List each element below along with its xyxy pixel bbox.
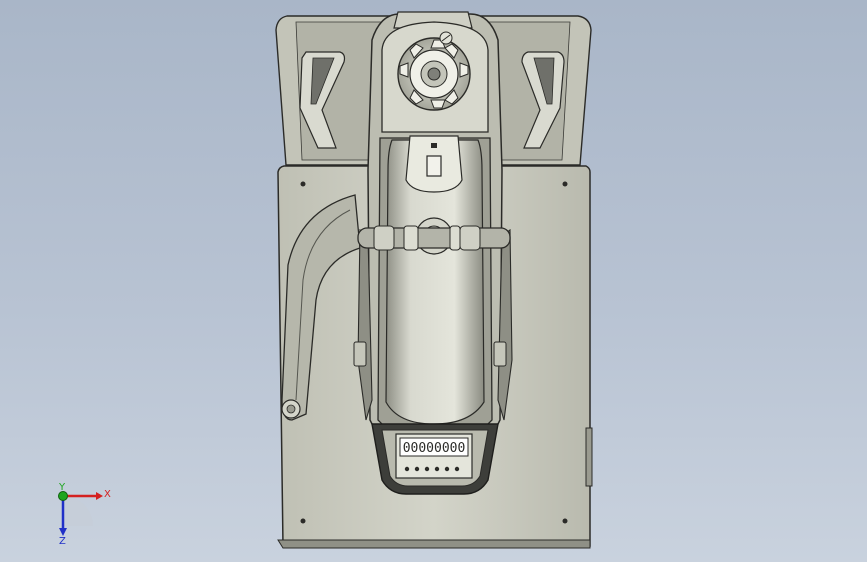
counter-module[interactable]: 00000000 bbox=[371, 423, 499, 495]
mount-hole-top-left bbox=[300, 181, 306, 187]
cad-viewport[interactable]: 00000000 X Y Z bbox=[0, 0, 867, 562]
mount-hole-bottom-right bbox=[562, 518, 568, 524]
mount-hole-top-right bbox=[562, 181, 568, 187]
channel-cover[interactable] bbox=[377, 135, 493, 433]
right-clip[interactable] bbox=[493, 341, 507, 367]
left-clip[interactable] bbox=[353, 341, 367, 367]
orientation-triad[interactable]: X Y Z bbox=[58, 482, 111, 547]
model-canvas[interactable]: 00000000 X Y Z bbox=[0, 0, 867, 562]
mount-hole-bottom-left bbox=[300, 518, 306, 524]
cross-shaft[interactable] bbox=[357, 225, 511, 251]
counter-digits: 00000000 bbox=[403, 441, 466, 456]
y-axis-label: Y bbox=[58, 482, 66, 493]
z-axis-label: Z bbox=[59, 536, 66, 547]
x-axis-label: X bbox=[104, 489, 111, 500]
latch-slot bbox=[426, 155, 442, 177]
